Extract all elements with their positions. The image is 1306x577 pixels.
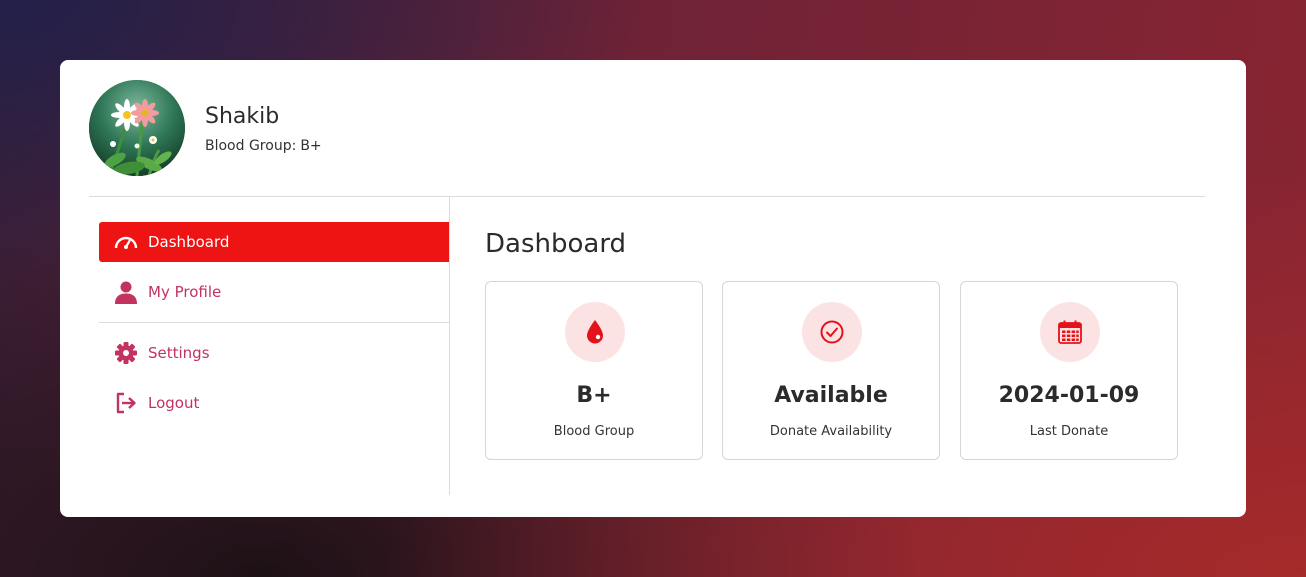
flower-avatar-image: [89, 80, 185, 176]
sidebar-item-label: Dashboard: [148, 233, 230, 251]
stat-value: 2024-01-09: [998, 383, 1140, 408]
stat-card-last-donate: 2024-01-09 Last Donate: [960, 281, 1178, 460]
user-blood-group: Blood Group: B+: [205, 138, 322, 154]
main-content: Dashboard B+ Blood Group Available Donat…: [485, 197, 1225, 497]
stat-label: Donate Availability: [769, 424, 893, 439]
stat-value: Available: [774, 383, 888, 408]
page-title: Dashboard: [485, 229, 627, 259]
profile-card: Shakib Blood Group: B+ Dashboard My Profi…: [60, 60, 1246, 517]
logout-icon: [113, 390, 139, 416]
avatar: [89, 80, 185, 176]
stat-card-blood-group: B+ Blood Group: [485, 281, 703, 460]
blood-group-value: B+: [300, 138, 322, 154]
sidebar-item-settings[interactable]: Settings: [99, 333, 449, 373]
sidebar-item-dashboard[interactable]: Dashboard: [99, 222, 449, 262]
stat-card-donate-availability: Available Donate Availability: [722, 281, 940, 460]
calendar-icon: [1040, 302, 1100, 362]
sidebar-divider: [99, 322, 449, 323]
gear-icon: [113, 340, 139, 366]
check-circle-icon: [802, 302, 862, 362]
stat-value: B+: [576, 383, 612, 408]
sidebar-item-label: Logout: [148, 394, 200, 412]
profile-header: Shakib Blood Group: B+: [89, 80, 1205, 197]
sidebar-item-my-profile[interactable]: My Profile: [99, 272, 449, 312]
sidebar-item-logout[interactable]: Logout: [99, 383, 449, 423]
stat-label: Blood Group: [553, 424, 635, 439]
sidebar-item-label: My Profile: [148, 283, 222, 301]
blood-drop-icon: [565, 302, 625, 362]
sidebar-item-label: Settings: [148, 344, 210, 362]
user-icon: [113, 279, 139, 305]
blood-group-label: Blood Group:: [205, 138, 297, 154]
gauge-icon: [113, 229, 139, 255]
user-name: Shakib: [205, 104, 280, 129]
sidebar: Dashboard My Profile Settings Logout: [99, 197, 450, 495]
stat-label: Last Donate: [1029, 424, 1109, 439]
